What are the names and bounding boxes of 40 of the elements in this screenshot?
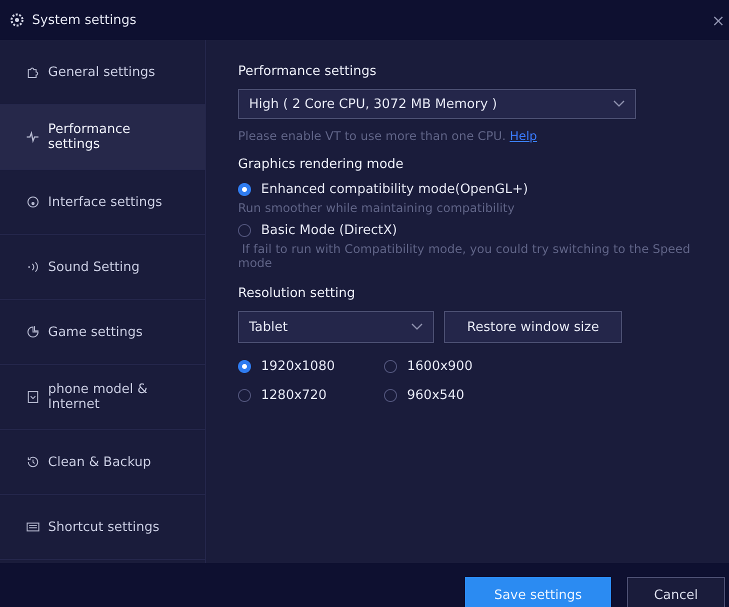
radio-button[interactable] (238, 183, 251, 196)
resolution-dropdown[interactable]: Tablet (238, 311, 434, 343)
sidebar-item[interactable]: Game settings (0, 300, 205, 365)
performance-dropdown[interactable]: High ( 2 Core CPU, 3072 MB Memory ) (238, 89, 636, 119)
option-description: If fail to run with Compatibility mode, you could try switching to the Speed mode (238, 242, 692, 270)
option-label: Enhanced compatibility mode(OpenGL+) (261, 182, 528, 197)
option-label: 960x540 (407, 388, 464, 403)
section-title: Performance settings (238, 64, 378, 79)
puzzle-icon (26, 65, 40, 79)
sidebar-item[interactable]: Clean & Backup (0, 430, 205, 495)
sidebar-item[interactable]: Shortcut settings (0, 495, 205, 560)
option-label: 1280x720 (261, 388, 327, 403)
option-label: Basic Mode (DirectX) (261, 223, 398, 238)
section-title: Resolution setting (238, 286, 356, 301)
history-icon (26, 455, 40, 469)
radio-button[interactable] (238, 389, 251, 402)
hint-text: Please enable VT to use more than one CPU. Help (238, 129, 538, 143)
cancel-button[interactable]: Cancel (626, 577, 725, 607)
radio-button[interactable] (238, 360, 251, 373)
restore-window-size-button[interactable]: Restore window size (444, 311, 622, 343)
radio-button[interactable] (384, 389, 397, 402)
pulse-icon (26, 130, 40, 144)
pie-icon (26, 325, 40, 339)
settings-icon (10, 13, 24, 27)
sound-icon (26, 260, 40, 274)
help-link[interactable]: Help (510, 129, 538, 143)
radio-button[interactable] (384, 360, 397, 373)
option-label: 1920x1080 (261, 359, 335, 374)
option-description: Run smoother while maintaining compatibility (238, 201, 516, 215)
chevron-down-icon (411, 323, 423, 331)
sidebar-item[interactable]: Sound Setting (0, 235, 205, 300)
sidebar-item[interactable]: Interface settings (0, 170, 205, 235)
sidebar-item[interactable]: phone model & Internet (0, 365, 205, 430)
radio-button[interactable] (238, 224, 251, 237)
option-label: 1600x900 (407, 359, 473, 374)
window-title: System settings (32, 12, 138, 28)
section-title: Graphics rendering mode (238, 157, 405, 172)
close-button[interactable]: × (712, 10, 725, 30)
sidebar-item[interactable]: Performance settings (0, 105, 205, 170)
chevron-down-icon (613, 100, 625, 108)
